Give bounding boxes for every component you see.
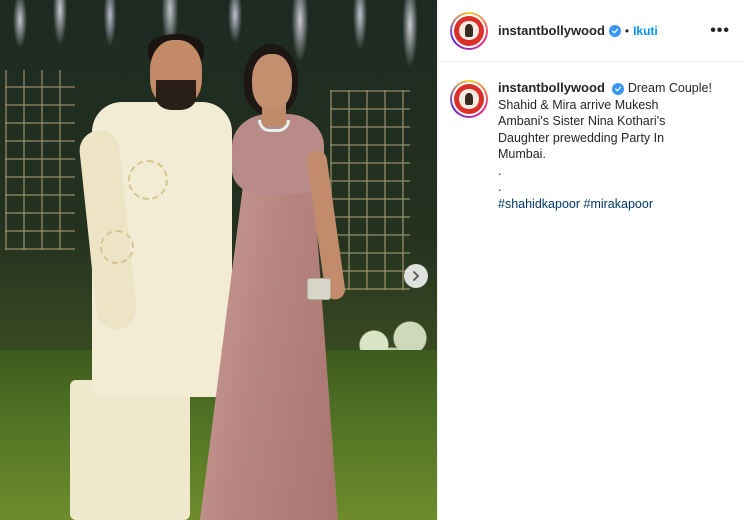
caption-first-line: Dream Couple!	[627, 81, 712, 95]
avatar[interactable]	[450, 80, 488, 118]
hashtag-line: #shahidkapoor #mirakapoor	[498, 196, 730, 213]
caption-line: .	[498, 180, 502, 194]
caption-line: .	[498, 163, 502, 178]
verified-badge-icon	[612, 83, 625, 95]
header-username[interactable]: instantbollywood	[498, 23, 605, 38]
man-trousers	[70, 380, 190, 520]
caption-text: instantbollywood Dream Couple! Shahid & …	[498, 80, 730, 212]
caption-line: Ambani's Sister Nina Kothari's	[498, 114, 666, 128]
woman-face	[252, 54, 292, 110]
separator-dot: •	[624, 23, 630, 38]
post-sidebar: instantbollywood • Ikuti ••• instantboll…	[437, 0, 744, 520]
next-photo-button[interactable]	[404, 264, 428, 288]
post-header: instantbollywood • Ikuti •••	[438, 0, 744, 62]
lattice-lights-left	[5, 70, 75, 250]
clutch-bag	[307, 278, 331, 300]
caption-username[interactable]: instantbollywood	[498, 80, 605, 95]
caption-line: Daughter prewedding Party In	[498, 130, 665, 145]
embroidery-motif	[128, 160, 168, 200]
caption-line: Shahid & Mira arrive Mukesh	[498, 97, 659, 112]
instagram-post: instantbollywood • Ikuti ••• instantboll…	[0, 0, 744, 520]
more-options-icon[interactable]: •••	[710, 22, 730, 40]
verified-badge-icon	[608, 24, 621, 37]
hashtag-link[interactable]: #mirakapoor	[584, 197, 653, 211]
hashtag-link[interactable]: #shahidkapoor	[498, 197, 580, 211]
lattice-lights-right	[330, 90, 410, 290]
avatar[interactable]	[450, 11, 488, 50]
caption-line: Mumbai.	[498, 147, 546, 161]
post-caption: instantbollywood Dream Couple! Shahid & …	[438, 62, 744, 212]
embroidery-motif	[100, 230, 134, 264]
follow-button[interactable]: Ikuti	[633, 24, 658, 38]
man-beard	[156, 80, 196, 110]
post-photo[interactable]	[0, 0, 437, 520]
chevron-right-icon	[413, 271, 419, 281]
